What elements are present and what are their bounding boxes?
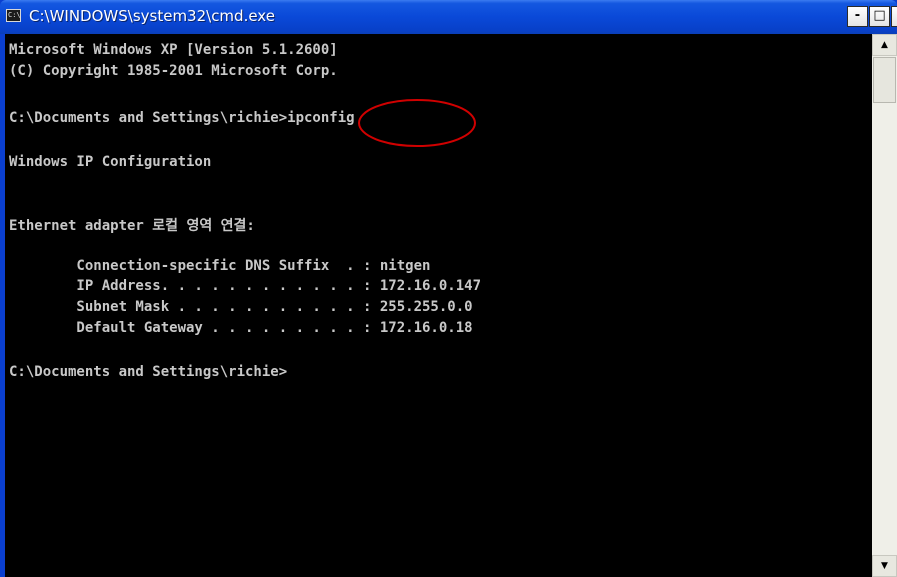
window-title: C:\WINDOWS\system32\cmd.exe (29, 7, 275, 25)
minimize-button[interactable]: - (847, 6, 868, 27)
console-app-icon[interactable]: C:\ (6, 9, 21, 22)
close-button[interactable]: x (891, 6, 897, 27)
console-line-ip-configuration: Windows IP Configuration (9, 154, 212, 170)
title-bar[interactable]: C:\ C:\WINDOWS\system32\cmd.exe - □ x (0, 0, 897, 34)
console-line-default-gateway: Default Gateway . . . . . . . . . : 172.… (9, 320, 473, 336)
console-line-version: Microsoft Windows XP [Version 5.1.2600] (9, 42, 338, 58)
console-line-ipconfig-command: C:\Documents and Settings\richie>ipconfi… (9, 110, 355, 126)
scroll-thumb[interactable] (873, 57, 896, 103)
cmd-window: C:\ C:\WINDOWS\system32\cmd.exe - □ x Mi… (0, 0, 897, 577)
console-line-ip-address: IP Address. . . . . . . . . . . . : 172.… (9, 278, 482, 294)
maximize-button[interactable]: □ (869, 6, 890, 27)
console-output[interactable]: Microsoft Windows XP [Version 5.1.2600] … (5, 34, 872, 577)
scroll-down-icon[interactable]: ▼ (872, 555, 897, 577)
console-line-subnet-mask: Subnet Mask . . . . . . . . . . . : 255.… (9, 299, 473, 315)
vertical-scrollbar[interactable]: ▲ ▼ (872, 34, 897, 577)
scroll-up-icon[interactable]: ▲ (872, 34, 897, 56)
console-line-prompt: C:\Documents and Settings\richie> (9, 364, 288, 380)
console-line-dns-suffix: Connection-specific DNS Suffix . : nitge… (9, 258, 431, 274)
console-line-ethernet-adapter: Ethernet adapter 로컬 영역 연결: (9, 218, 255, 234)
console-line-copyright: (C) Copyright 1985-2001 Microsoft Corp. (9, 63, 338, 79)
